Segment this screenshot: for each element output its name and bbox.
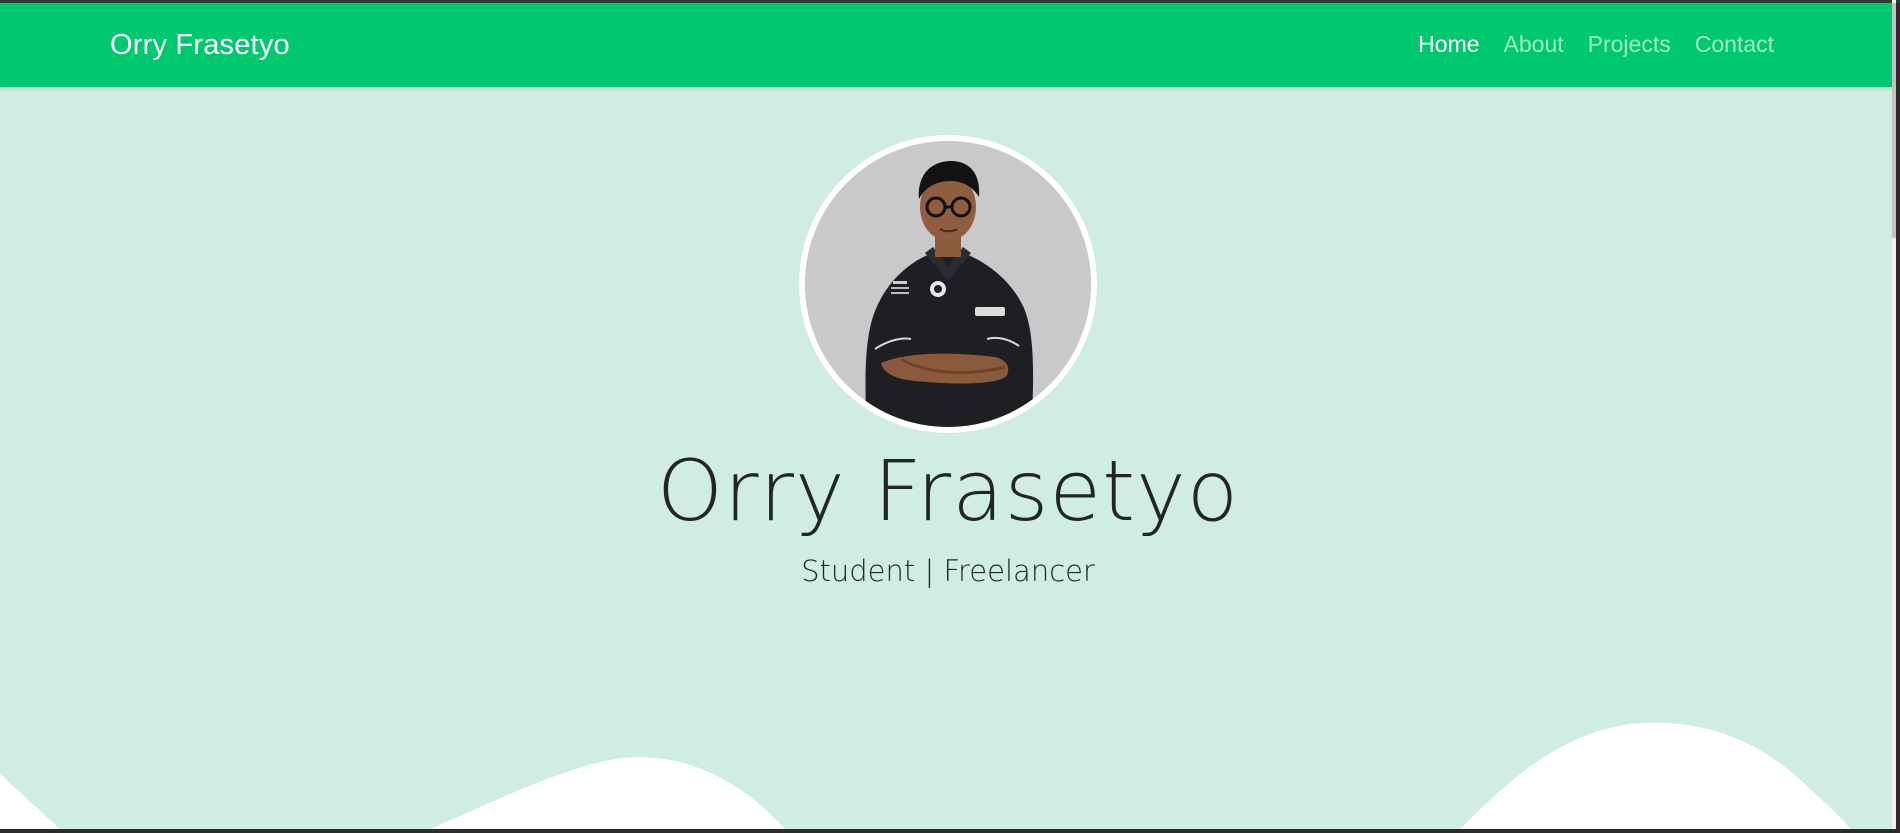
hero-name: Orry Frasetyo [656, 442, 1240, 540]
brand-link[interactable]: Orry Frasetyo [110, 29, 290, 62]
window-top-edge [0, 0, 1900, 3]
nav-links: Home About Projects Contact [1418, 31, 1774, 58]
avatar [805, 141, 1091, 427]
navbar: Orry Frasetyo Home About Projects Contac… [0, 3, 1896, 87]
nav-link-about[interactable]: About [1504, 31, 1564, 58]
profile-photo [805, 141, 1091, 427]
page-scrollbar[interactable] [1892, 0, 1896, 829]
hero-section: Orry Frasetyo Student | Freelancer [0, 87, 1896, 829]
hero-subtitle: Student | Freelancer [801, 554, 1095, 588]
nav-link-projects[interactable]: Projects [1588, 31, 1671, 58]
scrollbar-thumb[interactable] [1892, 3, 1896, 238]
avatar-frame [799, 135, 1097, 433]
nav-link-contact[interactable]: Contact [1695, 31, 1774, 58]
page-viewport: Orry Frasetyo Home About Projects Contac… [0, 0, 1896, 829]
window-bottom-edge [0, 829, 1900, 833]
nav-link-home[interactable]: Home [1418, 31, 1479, 58]
wave-decoration [0, 722, 1850, 829]
